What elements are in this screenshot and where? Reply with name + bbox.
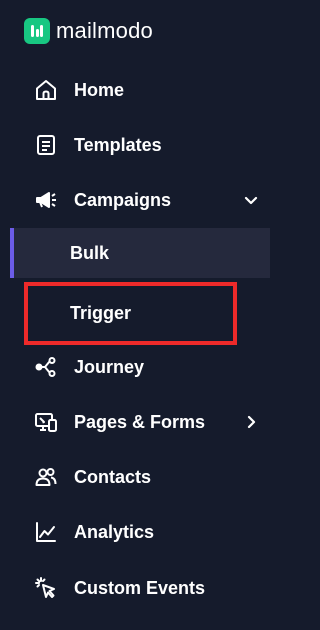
nav-item-label: Custom Events (74, 578, 206, 598)
nav-item-analytics[interactable]: Analytics (0, 510, 270, 554)
nav-item-label: Analytics (74, 522, 155, 542)
brand-name: mailmodo (56, 18, 153, 43)
megaphone-icon (34, 188, 58, 212)
nav-item-label: Pages & Forms (74, 412, 206, 432)
sub-item-label: Bulk (70, 243, 110, 263)
journey-icon (34, 355, 58, 379)
mailmodo-logo-icon (24, 18, 50, 44)
nav-item-templates[interactable]: Templates (0, 123, 270, 167)
nav-item-label: Journey (74, 357, 145, 377)
custom-events-icon (34, 576, 58, 600)
template-icon (34, 133, 58, 157)
analytics-icon (34, 520, 58, 544)
nav-item-label: Home (74, 80, 125, 100)
nav-item-journey[interactable]: Journey (0, 345, 270, 389)
active-indicator (10, 228, 14, 278)
contacts-icon (34, 465, 58, 489)
chevron-right-icon[interactable] (242, 413, 260, 431)
sub-item-label: Trigger (70, 303, 132, 323)
nav-item-contacts[interactable]: Contacts (0, 455, 270, 499)
sub-item-bulk[interactable]: Bulk (10, 228, 270, 278)
nav-item-label: Campaigns (74, 190, 172, 210)
nav-item-label: Contacts (74, 467, 152, 487)
nav-item-label: Templates (74, 135, 162, 155)
sub-item-trigger[interactable]: Trigger (10, 288, 270, 338)
pages-forms-icon (34, 410, 58, 434)
nav-item-custom-events[interactable]: Custom Events (0, 566, 270, 610)
home-icon (34, 78, 58, 102)
nav-item-home[interactable]: Home (0, 68, 270, 112)
nav-item-pages-forms[interactable]: Pages & Forms (0, 400, 270, 444)
nav-item-campaigns[interactable]: Campaigns (0, 178, 270, 222)
chevron-down-icon[interactable] (242, 191, 260, 209)
brand[interactable]: mailmodo (24, 18, 153, 44)
